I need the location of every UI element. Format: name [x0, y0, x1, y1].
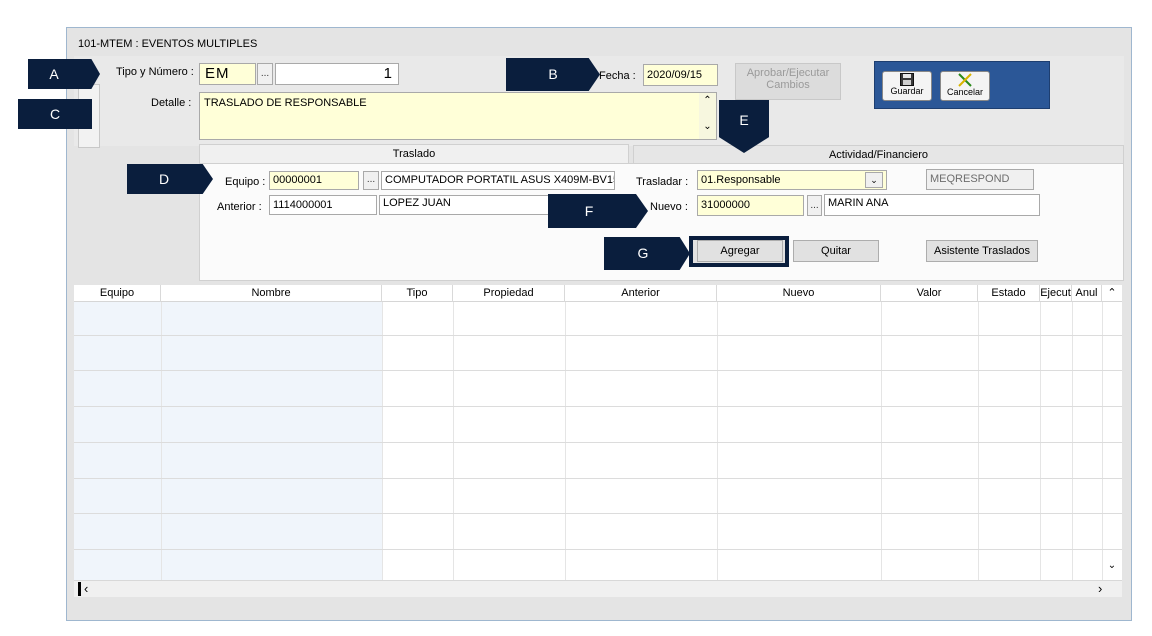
col-equipo[interactable]: Equipo: [74, 285, 161, 302]
code-field: MEQRESPOND: [926, 169, 1034, 190]
grid-vline: [382, 302, 383, 580]
detalle-text: TRASLADO DE RESPONSABLE: [204, 97, 367, 109]
tipo-field[interactable]: EM: [199, 63, 256, 85]
trasladar-label: Trasladar :: [636, 176, 689, 188]
grid-vline: [565, 302, 566, 580]
grid-vline: [1040, 302, 1041, 580]
grid-vline: [453, 302, 454, 580]
quitar-button[interactable]: Quitar: [793, 240, 879, 262]
grid-vline: [978, 302, 979, 580]
nuevo-lookup-button[interactable]: ...: [807, 195, 822, 216]
trasladar-select[interactable]: 01.Responsable: [697, 170, 887, 190]
equipo-lookup-button[interactable]: ...: [363, 171, 379, 190]
cancelar-label: Cancelar: [946, 87, 984, 97]
chevron-down-icon[interactable]: ⌄: [699, 119, 716, 135]
chevron-up-icon[interactable]: ⌃: [1102, 285, 1122, 302]
callout-marker-d: D: [127, 164, 213, 194]
tipo-lookup-button[interactable]: ...: [257, 63, 273, 85]
detalle-scrollbar[interactable]: ⌃ ⌄: [699, 93, 716, 139]
grid-body[interactable]: ⌄: [74, 302, 1122, 580]
grid-row-line: [74, 335, 1122, 336]
chevron-right-icon[interactable]: ›: [1098, 581, 1102, 597]
callout-marker-c: C: [18, 99, 92, 129]
chevron-up-icon[interactable]: ⌃: [699, 93, 716, 109]
equipo-field[interactable]: 00000001: [269, 171, 359, 190]
grid-vline: [1102, 302, 1103, 580]
tipo-numero-label: Tipo y Número :: [116, 66, 194, 78]
tab-traslado-label: Traslado: [392, 148, 436, 160]
save-icon: [900, 73, 914, 86]
callout-marker-g: G: [604, 237, 690, 270]
tab-actividad-financiero[interactable]: Actividad/Financiero: [633, 145, 1124, 164]
equipo-description: COMPUTADOR PORTATIL ASUS X409M-BV15: [381, 171, 615, 190]
callout-marker-b: B: [506, 58, 600, 91]
asistente-traslados-button[interactable]: Asistente Traslados: [926, 240, 1038, 262]
window-title: 101-MTEM : EVENTOS MULTIPLES: [78, 38, 258, 50]
grid-row-line: [74, 549, 1122, 550]
col-anul[interactable]: Anul: [1072, 285, 1102, 302]
nuevo-field[interactable]: 31000000: [697, 195, 804, 216]
col-propiedad[interactable]: Propiedad: [453, 285, 565, 302]
tab-actividad-label: Actividad/Financiero: [828, 149, 929, 161]
guardar-label: Guardar: [890, 86, 924, 96]
col-estado[interactable]: Estado: [978, 285, 1040, 302]
col-anterior[interactable]: Anterior: [565, 285, 717, 302]
aprobar-line1: Aprobar/Ejecutar: [746, 67, 830, 79]
cancelar-button[interactable]: Cancelar: [940, 71, 990, 101]
grid-row-line: [74, 478, 1122, 479]
tab-traslado[interactable]: Traslado: [199, 144, 629, 163]
chevron-left-icon[interactable]: ‹: [84, 581, 88, 597]
grid-row-line: [74, 442, 1122, 443]
numero-field[interactable]: 1: [275, 63, 399, 85]
grid-row-line: [74, 513, 1122, 514]
grid-vline: [1072, 302, 1073, 580]
callout-marker-f: F: [548, 194, 648, 228]
aprobar-line2: Cambios: [766, 79, 810, 91]
selected-column-highlight: [74, 302, 382, 580]
scroll-thumb[interactable]: [78, 582, 81, 596]
col-nombre[interactable]: Nombre: [161, 285, 382, 302]
fecha-field[interactable]: 2020/09/15: [643, 64, 718, 86]
cancel-x-icon: [958, 73, 972, 87]
nuevo-name: MARIN ANA: [824, 194, 1040, 216]
grid-vline: [881, 302, 882, 580]
aprobar-ejecutar-button[interactable]: Aprobar/Ejecutar Cambios: [735, 63, 841, 100]
col-tipo[interactable]: Tipo: [382, 285, 453, 302]
agregar-button[interactable]: Agregar: [697, 240, 783, 262]
anterior-field[interactable]: 1114000001: [269, 195, 377, 215]
col-ejecut[interactable]: Ejecut: [1040, 285, 1072, 302]
trasladar-value: 01.Responsable: [701, 174, 781, 186]
fecha-label: Fecha :: [599, 70, 636, 82]
grid-row-line: [74, 406, 1122, 407]
grid-row-line: [74, 370, 1122, 371]
chevron-down-icon[interactable]: ⌄: [865, 172, 883, 188]
grid-header: Equipo Nombre Tipo Propiedad Anterior Nu…: [74, 285, 1122, 302]
grid-vline: [717, 302, 718, 580]
col-nuevo[interactable]: Nuevo: [717, 285, 881, 302]
col-valor[interactable]: Valor: [881, 285, 978, 302]
detalle-field[interactable]: TRASLADO DE RESPONSABLE: [199, 92, 717, 140]
callout-marker-a: A: [28, 59, 100, 89]
chevron-down-icon[interactable]: ⌄: [1104, 560, 1120, 576]
guardar-button[interactable]: Guardar: [882, 71, 932, 101]
horizontal-scrollbar[interactable]: ‹ ›: [74, 580, 1122, 597]
grid-vline: [161, 302, 162, 580]
anterior-label: Anterior :: [217, 201, 262, 213]
nuevo-label: Nuevo :: [650, 201, 688, 213]
equipo-label: Equipo :: [225, 176, 266, 188]
detalle-label: Detalle :: [151, 97, 192, 109]
